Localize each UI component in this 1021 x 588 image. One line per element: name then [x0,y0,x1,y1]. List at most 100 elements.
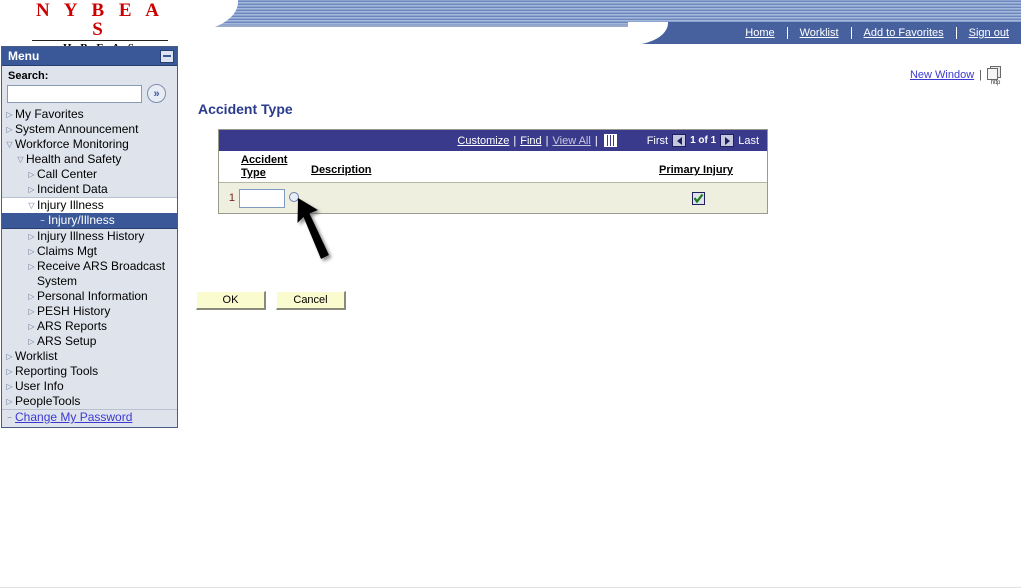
sidebar-menu-panel: Menu Search: » ▷ My Favorites ▷ System A… [1,46,178,428]
sidebar-item-label: Claims Mgt [37,244,98,258]
search-row: » [2,84,177,107]
chevron-right-icon: ▷ [28,292,35,301]
accident-type-input[interactable] [239,188,285,208]
sidebar-item-label: Call Center [37,167,98,181]
logo-primary-text: N Y B E A S [32,1,168,41]
chevron-down-icon: ▽ [17,155,24,164]
table-row: 1 [219,183,767,213]
sidebar-item-health-and-safety[interactable]: ▽ Health and Safety [2,152,177,167]
action-buttons: OK Cancel [196,291,346,310]
search-label: Search: [8,70,49,82]
chevron-right-icon: ▷ [6,382,13,391]
sidebar-item-claims-mgt[interactable]: ▷ Claims Mgt [2,244,177,259]
http-icon-label: http [990,80,1001,86]
ok-button[interactable]: OK [196,291,266,310]
sidebar-item-injury-illness[interactable]: ▽ Injury Illness [2,197,177,213]
app-page: N Y B E A S H B E A S Home Worklist Add … [0,0,1021,588]
chevron-down-icon: ▽ [28,201,35,210]
sidebar-item-change-my-password[interactable]: − Change My Password [2,409,177,425]
primary-injury-checkbox[interactable] [691,191,705,205]
magnifier-icon[interactable] [289,191,302,205]
chevron-right-icon: ▷ [28,337,35,346]
grid-pager: First 1 of 1 Last [643,134,763,147]
next-page-button[interactable] [720,134,735,147]
sidebar-item-reporting-tools[interactable]: ▷ Reporting Tools [2,364,177,379]
chevron-down-icon: ▽ [6,140,13,149]
sidebar-item-label: PeopleTools [15,394,81,408]
chevron-right-icon: ▷ [28,232,35,241]
sidebar-item-worklist[interactable]: ▷ Worklist [2,349,177,364]
sidebar-item-my-favorites[interactable]: ▷ My Favorites [2,107,177,122]
last-label[interactable]: Last [734,135,763,147]
find-link[interactable]: Find [520,135,541,147]
menu-search-input[interactable] [7,84,142,103]
menu-title: Menu [8,49,40,63]
chevron-right-icon: ▷ [28,307,35,316]
column-header-line1: Accident [241,154,288,166]
sidebar-item-label: Injury Illness History [37,229,145,243]
previous-page-button[interactable] [672,134,687,147]
sidebar-item-receive-ars-broadcast-system[interactable]: ▷ Receive ARS Broadcast System [2,259,177,289]
toolbar-separator: | [545,134,549,147]
sidebar-item-label: ARS Setup [37,334,97,348]
sidebar-item-ars-reports[interactable]: ▷ ARS Reports [2,319,177,334]
sidebar-item-pesh-history[interactable]: ▷ PESH History [2,304,177,319]
sidebar-item-label: Receive ARS Broadcast [37,259,166,273]
sidebar-item-label: User Info [15,379,64,393]
new-window-link[interactable]: New Window [910,69,974,81]
page-title: Accident Type [198,101,293,117]
sidebar-item-label: PESH History [37,304,111,318]
sidebar-item-label: Incident Data [37,182,108,196]
column-header-description[interactable]: Description [311,154,641,177]
sidebar-item-label: Workforce Monitoring [15,137,129,151]
sidebar-item-label: Health and Safety [26,152,122,166]
column-header-primary-injury[interactable]: Primary Injury [641,154,751,177]
chevron-right-icon: ▷ [28,322,35,331]
chevron-right-icon: ▷ [28,170,35,179]
sidebar-item-label: Injury Illness [37,198,104,212]
sidebar-item-peopletools[interactable]: ▷ PeopleTools [2,394,177,409]
top-navigation-bar: Home Worklist Add to Favorites Sign out [636,22,1021,44]
chevron-right-icon: ▷ [28,262,35,271]
nav-add-to-favorites[interactable]: Add to Favorites [850,27,956,39]
nav-sign-out[interactable]: Sign out [955,27,1021,39]
search-go-icon[interactable]: » [147,84,166,103]
sidebar-item-injury-illness-history[interactable]: ▷ Injury Illness History [2,229,177,244]
sidebar-item-label: Personal Information [37,289,148,303]
http-page-icon[interactable]: http [987,66,1004,86]
customize-link[interactable]: Customize [457,135,509,147]
chevron-right-icon: ▷ [6,125,13,134]
view-all-link[interactable]: View All [553,135,591,147]
sidebar-item-user-info[interactable]: ▷ User Info [2,379,177,394]
minimize-icon[interactable] [160,49,174,63]
sidebar-item-label: My Favorites [15,107,84,121]
grid-column-headers: Accident Type Description Primary Injury [219,151,767,183]
sidebar-item-incident-data[interactable]: ▷ Incident Data [2,182,177,197]
chevron-right-icon: ▷ [6,110,13,119]
menu-body: Search: » ▷ My Favorites ▷ System Announ… [2,66,177,427]
column-header-accident-type[interactable]: Accident Type [241,154,311,180]
nav-home[interactable]: Home [733,27,786,39]
grid-icon[interactable] [603,134,617,147]
sidebar-item-personal-information[interactable]: ▷ Personal Information [2,289,177,304]
chevron-right-icon: ▷ [28,247,35,256]
new-window-separator: | [979,69,982,81]
menu-header: Menu [2,47,177,66]
page-counter: 1 of 1 [690,135,717,146]
nav-worklist[interactable]: Worklist [786,27,851,39]
sidebar-item-injury-illness-page[interactable]: − Injury/Illness [2,213,177,229]
banner-curve [178,0,238,32]
toolbar-separator: | [513,134,517,147]
sidebar-item-ars-setup[interactable]: ▷ ARS Setup [2,334,177,349]
row-number: 1 [228,192,235,204]
menu-tree: ▷ My Favorites ▷ System Announcement ▽ W… [2,107,177,425]
first-label[interactable]: First [643,135,672,147]
sidebar-item-workforce-monitoring[interactable]: ▽ Workforce Monitoring [2,137,177,152]
cancel-button[interactable]: Cancel [276,291,346,310]
change-password-link[interactable]: Change My Password [15,410,132,425]
primary-injury-cell [643,191,753,205]
new-window-row: New Window | http [196,66,1004,86]
chevron-right-icon: ▷ [6,367,13,376]
sidebar-item-system-announcement[interactable]: ▷ System Announcement [2,122,177,137]
sidebar-item-call-center[interactable]: ▷ Call Center [2,167,177,182]
